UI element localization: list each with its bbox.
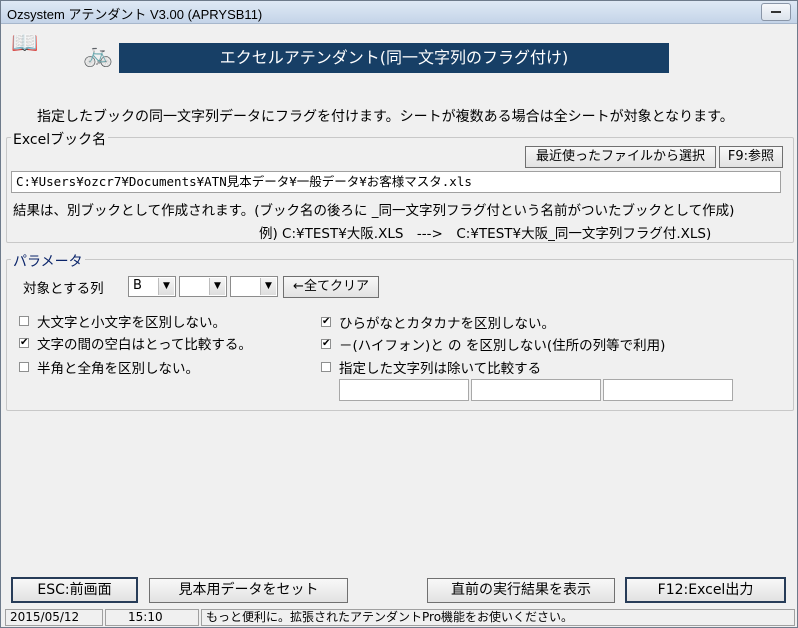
space-option-label: 文字の間の空白はとって比較する。 xyxy=(37,337,252,353)
chevron-down-icon[interactable]: ▼ xyxy=(158,278,174,295)
case-option-label: 大文字と小文字を区別しない。 xyxy=(37,315,226,331)
status-time: 15:10 xyxy=(105,609,199,626)
exclude-option-label: 指定した文字列は除いて比較する xyxy=(339,361,542,377)
kana-option-label: ひらがなとカタカナを区別しない。 xyxy=(339,316,555,332)
app-window: Ozsystem アテンダント V3.00 (APRYSB11) 📖 🚲 エクセ… xyxy=(0,0,798,628)
column-select-1-value: B xyxy=(133,278,142,293)
parameters-legend: パラメータ xyxy=(11,251,85,271)
window-title: Ozsystem アテンダント V3.00 (APRYSB11) xyxy=(7,7,263,22)
minimize-button[interactable] xyxy=(761,3,791,21)
esc-back-button[interactable]: ESC:前画面 xyxy=(11,577,138,603)
browse-button[interactable]: F9:参照 xyxy=(719,146,783,168)
chevron-down-icon[interactable]: ▼ xyxy=(209,278,225,295)
excel-book-legend: Excelブック名 xyxy=(11,129,109,149)
status-date: 2015/05/12 xyxy=(5,609,103,626)
target-columns-label: 対象とする列 xyxy=(23,281,104,297)
width-option-label: 半角と全角を区別しない。 xyxy=(37,361,199,377)
hyphen-checkbox[interactable]: ✔ xyxy=(321,339,331,349)
exclude-text-1[interactable] xyxy=(339,379,469,401)
set-sample-data-button[interactable]: 見本用データをセット xyxy=(149,578,348,603)
hyphen-option-label: －(ハイフォン)と の を区別しない(住所の列等で利用) xyxy=(339,338,666,354)
bicycle-icon: 🚲 xyxy=(83,40,113,68)
exclude-checkbox[interactable] xyxy=(321,362,331,372)
column-select-1[interactable]: B ▼ xyxy=(128,276,176,297)
page-banner: エクセルアテンダント(同一文字列のフラグ付け) xyxy=(119,43,669,73)
clear-all-button[interactable]: ←全てクリア xyxy=(283,276,379,298)
excel-output-button[interactable]: F12:Excel出力 xyxy=(625,577,786,603)
show-last-result-button[interactable]: 直前の実行結果を表示 xyxy=(427,578,615,603)
column-select-2[interactable]: ▼ xyxy=(179,276,227,297)
column-select-3[interactable]: ▼ xyxy=(230,276,278,297)
book-icon[interactable]: 📖 xyxy=(11,33,38,55)
width-checkbox[interactable] xyxy=(19,362,29,372)
chevron-down-icon[interactable]: ▼ xyxy=(260,278,276,295)
case-checkbox[interactable] xyxy=(19,316,29,326)
result-example: 例) C:¥TEST¥大阪.XLS ---> C:¥TEST¥大阪_同一文字列フ… xyxy=(259,226,712,242)
exclude-text-3[interactable] xyxy=(603,379,733,401)
exclude-text-2[interactable] xyxy=(471,379,601,401)
recent-files-button[interactable]: 最近使ったファイルから選択 xyxy=(525,146,716,168)
kana-checkbox[interactable]: ✔ xyxy=(321,317,331,327)
title-bar: Ozsystem アテンダント V3.00 (APRYSB11) xyxy=(1,1,797,24)
description-text: 指定したブックの同一文字列データにフラグを付けます。シートが複数ある場合は全シー… xyxy=(37,109,734,125)
excel-path-input[interactable]: C:¥Users¥ozcr7¥Documents¥ATN見本データ¥一般データ¥… xyxy=(11,171,781,193)
status-message: もっと便利に。拡張されたアテンダントPro機能をお使いください。 xyxy=(201,609,795,626)
result-note: 結果は、別ブックとして作成されます。(ブック名の後ろに _同一文字列フラグ付とい… xyxy=(13,203,735,219)
space-checkbox[interactable]: ✔ xyxy=(19,338,29,348)
